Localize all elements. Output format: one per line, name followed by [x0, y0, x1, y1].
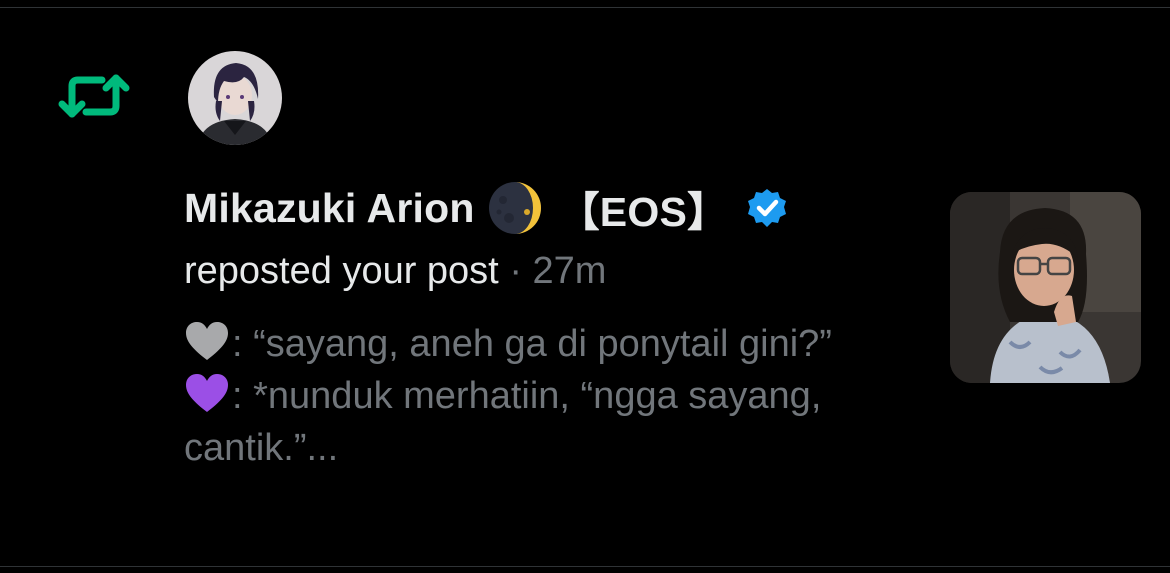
divider-bottom	[0, 566, 1170, 567]
post-text[interactable]: : “sayang, aneh ga di ponytail gini?” : …	[184, 318, 884, 474]
name-row: Mikazuki Arion 【EOS】	[184, 182, 904, 235]
repost-icon	[58, 74, 130, 118]
purple-heart-icon	[186, 374, 228, 412]
post-thumbnail-image	[950, 192, 1141, 383]
moon-emoji-icon	[488, 182, 541, 234]
action-text: reposted your post	[184, 250, 499, 292]
verified-badge-icon[interactable]	[746, 187, 788, 229]
post-line-text: : “sayang, aneh ga di ponytail gini?”	[232, 323, 832, 365]
avatar-image	[188, 51, 282, 145]
timestamp[interactable]: 27m	[533, 250, 607, 292]
name-tag: 【EOS】	[558, 189, 729, 235]
post-line: : *nunduk merhatiin, “ngga sayang, canti…	[184, 370, 884, 474]
user-name[interactable]: Mikazuki Arion	[184, 185, 475, 232]
post-thumbnail[interactable]	[950, 192, 1141, 383]
divider-top	[0, 7, 1170, 8]
post-line: : “sayang, aneh ga di ponytail gini?”	[184, 318, 884, 370]
grey-heart-icon	[186, 322, 228, 360]
action-row: reposted your post · 27m	[184, 248, 904, 294]
notification-content[interactable]: Mikazuki Arion 【EOS】 reposted your post …	[184, 182, 904, 474]
post-line-text: : *nunduk merhatiin, “ngga sayang, canti…	[184, 375, 822, 469]
avatar[interactable]	[188, 51, 282, 145]
separator: ·	[509, 250, 522, 292]
